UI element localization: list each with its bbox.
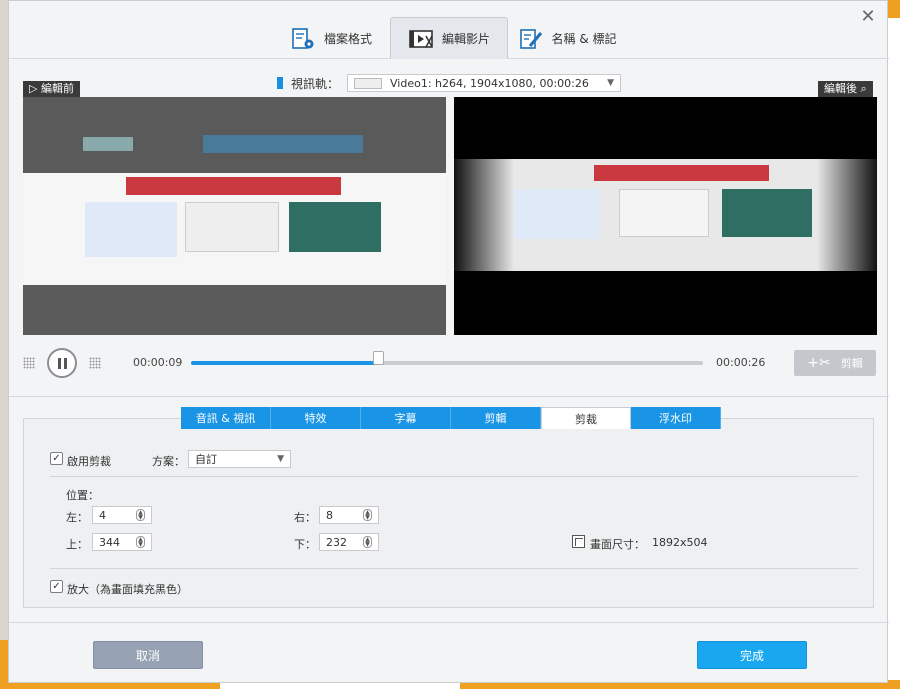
left-value: 4 xyxy=(99,508,106,522)
total-time: 00:00:26 xyxy=(716,356,766,369)
right-value: 8 xyxy=(326,508,333,522)
video-track-row: 視訊軌： Video1: h264, 1904x1080, 00:00:26 ▼ xyxy=(9,73,889,93)
before-screenshot xyxy=(23,97,446,335)
spinner-icon[interactable]: ▲ ▼ xyxy=(136,509,145,521)
tab-audio-video[interactable]: 音訊 & 視訊 xyxy=(181,407,271,429)
footer-divider xyxy=(9,622,889,623)
after-screenshot xyxy=(454,159,877,271)
thumb-chrome xyxy=(185,202,279,252)
tab-effects[interactable]: 特效 xyxy=(271,407,361,429)
tab-crop[interactable]: 剪裁 xyxy=(541,407,631,429)
tab-watermark[interactable]: 浮水印 xyxy=(631,407,721,429)
tab-subtitles[interactable]: 字幕 xyxy=(361,407,451,429)
chevron-down-icon: ▼ xyxy=(277,454,284,464)
vignette-left xyxy=(454,159,514,271)
pause-button[interactable] xyxy=(47,348,77,378)
after-edit-label: 編輯後 ⌕ xyxy=(818,81,873,97)
tab-rename-tag[interactable]: 名稱 & 標記 xyxy=(508,17,626,59)
after-product-strip xyxy=(594,165,769,181)
top-input[interactable]: 344 ▲ ▼ xyxy=(92,533,152,551)
after-edit-label-text: 編輯後 xyxy=(824,82,857,95)
timeline-handle[interactable] xyxy=(372,351,384,365)
cut-button[interactable]: +✂ 剪輯 xyxy=(794,350,876,376)
preview-before xyxy=(23,97,446,335)
grip-right-icon[interactable] xyxy=(89,357,101,369)
pause-bar-left xyxy=(57,357,61,369)
spinner-icon[interactable]: ▲ ▼ xyxy=(363,509,372,521)
crop-panel: ✓ 啟用剪裁 方案： 自訂 ▼ 位置： 左： 4 ▲ ▼ 右： 8 ▲ ▼ 上： 3… xyxy=(23,418,874,608)
site-logo xyxy=(83,137,133,151)
player-controls: 00:00:09 00:00:26 +✂ 剪輯 xyxy=(9,347,889,381)
background-window-left xyxy=(0,0,8,689)
scheme-value: 自訂 xyxy=(195,453,217,466)
thumb-eagle xyxy=(85,202,177,257)
right-input[interactable]: 8 ▲ ▼ xyxy=(319,506,379,524)
zoom-fill-checkbox[interactable]: ✓ xyxy=(50,580,63,593)
tab-rename-tag-label: 名稱 & 標記 xyxy=(551,32,617,46)
timeline-progress xyxy=(191,361,378,365)
background-window-right xyxy=(888,0,900,689)
panel-divider-bottom xyxy=(50,568,858,569)
after-thumb-eagle xyxy=(514,189,599,239)
cut-button-label: 剪輯 xyxy=(840,357,863,370)
spinner-icon[interactable]: ▲ ▼ xyxy=(136,536,145,548)
done-button[interactable]: 完成 xyxy=(697,641,807,669)
rename-tag-icon xyxy=(519,28,542,49)
video-thumbnail-icon xyxy=(354,77,382,89)
top-label: 上： xyxy=(66,538,88,551)
site-banner xyxy=(203,135,363,153)
right-label: 右： xyxy=(294,511,316,524)
video-edit-icon xyxy=(409,29,433,48)
product-strip xyxy=(126,177,341,195)
panel-divider-top xyxy=(50,476,858,477)
preview-after xyxy=(454,97,877,335)
cancel-button[interactable]: 取消 xyxy=(93,641,203,669)
edit-tab-bar: 音訊 & 視訊 特效 字幕 剪輯 剪裁 浮水印 xyxy=(181,407,721,429)
tab-trim[interactable]: 剪輯 xyxy=(451,407,541,429)
pause-bar-right xyxy=(63,357,67,369)
grip-left-icon[interactable] xyxy=(23,357,35,369)
scheme-label: 方案： xyxy=(152,455,185,468)
position-label: 位置： xyxy=(66,489,99,502)
frame-size-label: 畫面尺寸： xyxy=(590,538,645,551)
enable-crop-checkbox[interactable]: ✓ xyxy=(50,452,63,465)
scheme-select[interactable]: 自訂 ▼ xyxy=(188,450,291,468)
magnifier-icon[interactable]: ⌕ xyxy=(861,82,867,95)
before-edit-label-text: 編輯前 xyxy=(40,82,74,95)
bottom-value: 232 xyxy=(326,535,347,549)
timeline-slider[interactable] xyxy=(191,351,703,365)
document-settings-icon xyxy=(292,27,314,49)
left-label: 左： xyxy=(66,511,88,524)
tab-edit-video-label: 編輯影片 xyxy=(441,32,490,46)
tab-file-format-label: 檔案格式 xyxy=(323,32,372,46)
after-thumb-inoreader xyxy=(722,189,812,237)
bottom-label: 下： xyxy=(294,538,316,551)
current-time: 00:00:09 xyxy=(133,356,183,369)
video-track-value: Video1: h264, 1904x1080, 00:00:26 xyxy=(390,76,589,90)
frame-size-icon xyxy=(572,535,585,548)
spinner-icon[interactable]: ▲ ▼ xyxy=(363,536,372,548)
zoom-fill-label: 放大（為畫面填充黑色） xyxy=(67,583,188,596)
cropped-bottom-shade xyxy=(23,285,446,335)
thumb-inoreader xyxy=(289,202,381,252)
left-input[interactable]: 4 ▲ ▼ xyxy=(92,506,152,524)
video-track-select[interactable]: Video1: h264, 1904x1080, 00:00:26 ▼ xyxy=(347,74,621,92)
frame-size-value: 1892x504 xyxy=(652,536,708,549)
video-track-icon xyxy=(276,77,283,89)
scissors-plus-icon: +✂ xyxy=(807,355,831,371)
before-edit-label: ▷ 編輯前 xyxy=(23,81,80,97)
bottom-input[interactable]: 232 ▲ ▼ xyxy=(319,533,379,551)
background-accent-right xyxy=(888,0,900,18)
tab-file-format[interactable]: 檔案格式 xyxy=(272,17,390,59)
video-track-label: 視訊軌： xyxy=(290,76,339,91)
section-divider xyxy=(9,396,889,397)
top-tab-bar: 檔案格式 編輯影片 名稱 & 標記 xyxy=(9,17,889,59)
top-value: 344 xyxy=(99,535,120,549)
chevron-down-icon: ▼ xyxy=(607,78,614,88)
after-thumb-chrome xyxy=(619,189,709,237)
vignette-right xyxy=(817,159,877,271)
edit-video-dialog: ✕ 檔案格式 編輯影片 名稱 & 標記 視訊軌： Video1: h264, 1… xyxy=(8,0,889,683)
tab-edit-video[interactable]: 編輯影片 xyxy=(390,17,508,59)
enable-crop-label: 啟用剪裁 xyxy=(67,455,111,468)
